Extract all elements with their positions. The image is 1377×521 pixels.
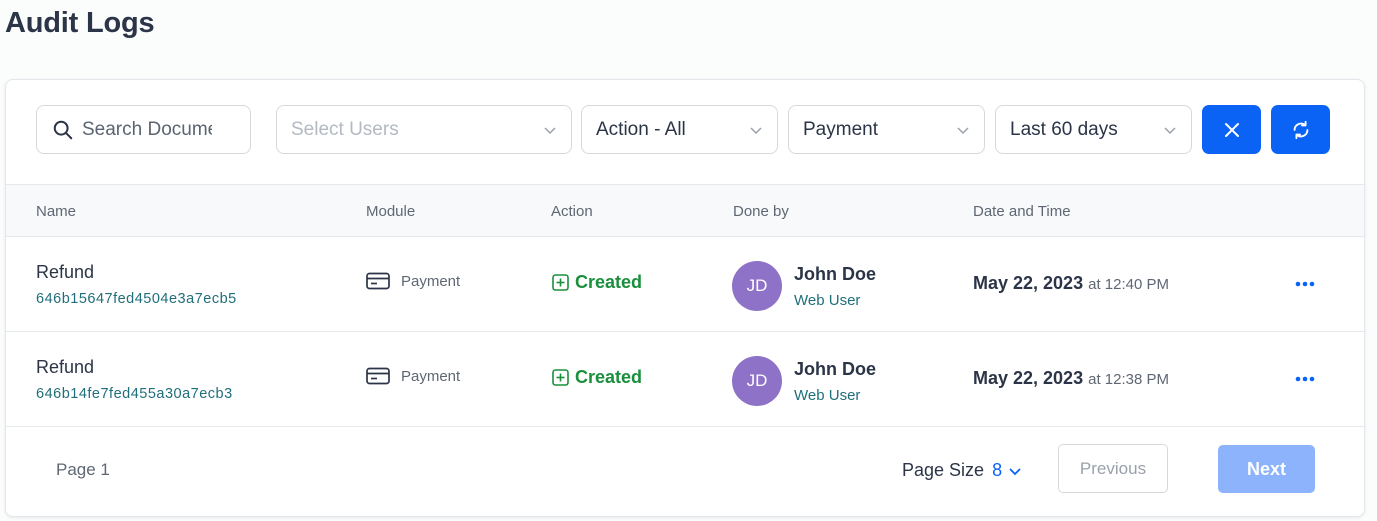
action-cell: Created [552,272,642,293]
audit-log-card: Select Users Action - All Payment Last 6… [5,79,1365,517]
page-size-control[interactable]: Page Size 8 [902,460,1022,481]
time-value: at 12:40 PM [1088,276,1169,293]
credit-card-icon [366,272,390,290]
page-title: Audit Logs [5,7,155,39]
next-button[interactable]: Next [1218,445,1315,493]
module-select-label: Payment [803,118,878,140]
users-select[interactable]: Select Users [276,105,572,154]
avatar: JD [732,356,782,406]
avatar: JD [732,261,782,311]
row-actions-button[interactable] [1295,274,1315,292]
clear-filters-button[interactable] [1202,105,1261,154]
module-label: Payment [401,272,461,290]
date-value: May 22, 2023 [973,368,1084,388]
chevron-down-icon [750,127,762,135]
module-select[interactable]: Payment [788,105,985,154]
credit-card-icon [366,367,390,385]
log-name: Refund [36,262,95,282]
date-value: May 22, 2023 [973,273,1084,293]
date-range-select[interactable]: Last 60 days [995,105,1192,154]
chevron-down-icon [1164,127,1176,135]
table-row[interactable]: Refund 646b14fe7fed455a30a7ecb3 Payment … [6,332,1364,427]
action-select[interactable]: Action - All [581,105,778,154]
date-range-select-label: Last 60 days [1010,118,1118,140]
row-actions-button[interactable] [1295,369,1315,387]
chevron-down-icon [957,127,969,135]
user-role: Web User [794,387,861,404]
date-time: May 22, 2023 at 12:38 PM [973,368,1169,389]
column-header-done-by: Done by [733,203,789,220]
more-horizontal-icon [1295,376,1315,382]
filter-bar: Select Users Action - All Payment Last 6… [6,80,1364,185]
action-select-label: Action - All [596,118,686,140]
column-header-module: Module [366,203,416,220]
plus-square-icon [552,274,569,291]
previous-button[interactable]: Previous [1058,444,1168,493]
time-value: at 12:38 PM [1088,371,1169,388]
refresh-icon [1293,120,1308,139]
column-header-name: Name [36,203,77,220]
column-header-date-time: Date and Time [973,203,1071,220]
users-select-label: Select Users [291,118,399,140]
search-icon [53,120,73,139]
plus-square-icon [552,369,569,386]
search-box[interactable] [36,105,251,154]
log-id[interactable]: 646b14fe7fed455a30a7ecb3 [36,386,233,402]
chevron-down-icon [544,127,556,135]
module-cell: Payment [366,272,460,290]
log-name: Refund [36,357,95,377]
user-name: John Doe [794,359,877,379]
table-row[interactable]: Refund 646b15647fed4504e3a7ecb5 Payment … [6,237,1364,332]
log-id[interactable]: 646b15647fed4504e3a7ecb5 [36,291,237,307]
more-horizontal-icon [1295,281,1315,287]
action-label: Created [575,367,643,387]
table-header: Name Module Action Done by Date and Time [6,184,1364,237]
user-role: Web User [794,292,861,309]
action-label: Created [575,272,643,292]
module-label: Payment [401,367,461,385]
user-name: John Doe [794,264,877,284]
page-size-value[interactable]: 8 [992,460,1002,481]
page-size-label: Page Size [902,460,985,480]
column-header-action: Action [551,203,593,220]
search-input[interactable] [82,118,212,141]
module-cell: Payment [366,367,460,385]
refresh-button[interactable] [1271,105,1330,154]
chevron-down-icon [1009,467,1021,475]
date-time: May 22, 2023 at 12:40 PM [973,273,1169,294]
action-cell: Created [552,367,642,388]
page-indicator: Page 1 [56,460,110,479]
close-icon [1224,122,1239,137]
